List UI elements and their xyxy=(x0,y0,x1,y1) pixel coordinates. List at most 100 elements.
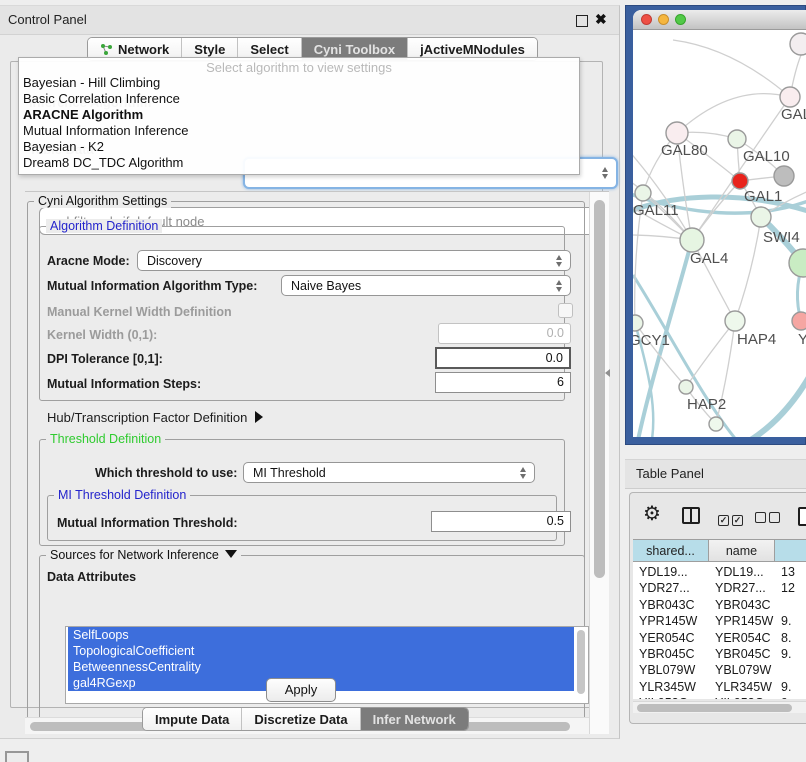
node-attribute-table[interactable]: shared...name YDL19... YDL19... 13 YDR27... Y… xyxy=(633,539,806,699)
hub-definition-toggle[interactable]: Hub/Transcription Factor Definition xyxy=(47,410,263,425)
panel-title: Control Panel xyxy=(8,12,87,27)
tab-label: Impute Data xyxy=(155,712,229,727)
minimize-traffic-light-icon[interactable] xyxy=(658,14,669,25)
mi-algorithm-type-label: Mutual Information Algorithm Type: xyxy=(47,279,257,293)
aracne-mode-label: Aracne Mode: xyxy=(47,254,130,268)
mi-threshold-field[interactable]: 0.5 xyxy=(431,511,571,532)
tab-infer-network[interactable]: Infer Network xyxy=(361,708,468,730)
table-cell[interactable]: YBL079W xyxy=(639,663,695,677)
attribute-list-item[interactable]: TopologicalCoefficient xyxy=(68,643,574,659)
algorithm-option[interactable]: Bayesian - Hill Climbing xyxy=(19,75,579,91)
select-none-icon[interactable] xyxy=(755,510,783,528)
network-node-gal1[interactable] xyxy=(732,173,748,189)
network-edge[interactable] xyxy=(735,217,761,321)
table-cell[interactable]: YBR045C xyxy=(639,647,695,661)
sources-toggle[interactable]: Sources for Network Inference xyxy=(46,548,241,562)
vertical-scrollbar[interactable] xyxy=(589,192,609,734)
node-label: GAL80 xyxy=(661,142,708,159)
table-cell[interactable]: 9. xyxy=(781,680,791,694)
settings-scroll-region: Cyni Algorithm Settings Algorithm Defini… xyxy=(25,191,609,734)
group-title: Cyni Algorithm Settings xyxy=(34,194,171,208)
table-cell[interactable]: YER054C xyxy=(639,631,695,645)
table-cell[interactable]: YBR043C xyxy=(715,598,771,612)
table-cell[interactable]: YDL19... xyxy=(715,565,764,579)
table-cell[interactable]: YDL19... xyxy=(639,565,688,579)
table-cell[interactable]: YER054C xyxy=(715,631,771,645)
which-threshold-combo[interactable]: MI Threshold xyxy=(243,462,535,483)
network-node[interactable] xyxy=(709,417,723,431)
table-cell[interactable]: YBR043C xyxy=(639,598,695,612)
table-cell[interactable]: 9. xyxy=(781,614,791,628)
network-edge[interactable] xyxy=(677,94,790,133)
column-header-shared[interactable]: shared... xyxy=(633,539,709,562)
column-header-2[interactable] xyxy=(775,539,806,562)
table-cell[interactable]: YBR045C xyxy=(715,647,771,661)
table-cell[interactable]: 13 xyxy=(781,565,795,579)
tab-discretize-data[interactable]: Discretize Data xyxy=(242,708,360,730)
network-node-y[interactable] xyxy=(792,312,806,330)
float-window-icon[interactable] xyxy=(576,15,588,27)
network-window-titlebar[interactable] xyxy=(633,10,806,30)
network-node-gal80[interactable] xyxy=(666,122,688,144)
table-cell[interactable]: YIL052C xyxy=(715,696,764,699)
algorithm-option[interactable]: Bayesian - K2 xyxy=(19,139,579,155)
select-all-icon[interactable]: ✓✓ xyxy=(718,510,746,528)
table-cell[interactable]: 9. xyxy=(781,647,791,661)
node-label: GAL2 xyxy=(781,106,806,123)
mi-algorithm-type-combo[interactable]: Naive Bayes xyxy=(281,275,571,296)
tab-impute-data[interactable]: Impute Data xyxy=(143,708,242,730)
table-cell[interactable]: YPR145W xyxy=(639,614,697,628)
attribute-list-item[interactable]: BetweennessCentrality xyxy=(68,659,574,675)
network-node-swi4[interactable] xyxy=(751,207,771,227)
network-window[interactable]: GAL2GAL80GAL10GAL1GAL11SWI4GAL4GCY1HAP4Y… xyxy=(633,10,806,437)
split-columns-icon[interactable] xyxy=(682,507,700,524)
network-node-gal2[interactable] xyxy=(780,87,800,107)
splitter-collapse-icon[interactable] xyxy=(605,369,610,377)
new-column-icon[interactable] xyxy=(798,507,806,526)
algorithm-option[interactable]: ARACNE Algorithm xyxy=(19,107,579,123)
table-cell[interactable]: 8. xyxy=(781,631,791,645)
scrollbar-thumb[interactable] xyxy=(637,704,792,712)
scrollbar-thumb[interactable] xyxy=(594,200,605,578)
network-node-gal10[interactable] xyxy=(728,130,746,148)
table-cell[interactable]: YBL079W xyxy=(715,663,771,677)
panel-title: Table Panel xyxy=(636,466,704,481)
network-canvas[interactable]: GAL2GAL80GAL10GAL1GAL11SWI4GAL4GCY1HAP4Y… xyxy=(633,30,806,437)
manual-kernel-width-checkbox[interactable] xyxy=(558,303,573,318)
algorithm-option[interactable]: Basic Correlation Inference xyxy=(19,91,579,107)
dpi-tolerance-field[interactable]: 0.0 xyxy=(435,347,571,369)
apply-button[interactable]: Apply xyxy=(266,678,336,702)
network-node[interactable] xyxy=(790,33,806,55)
settings-gear-icon[interactable]: ⚙ xyxy=(643,501,661,526)
network-node-hap4[interactable] xyxy=(725,311,745,331)
list-scrollbar[interactable] xyxy=(577,630,585,694)
table-cell[interactable]: YLR345W xyxy=(639,680,696,694)
algorithm-option[interactable]: Dream8 DC_TDC Algorithm xyxy=(19,155,579,171)
aracne-mode-combo[interactable]: Discovery xyxy=(137,250,571,271)
application-root: Control Panel ✖ NetworkStyleSelectCyni T… xyxy=(0,0,806,762)
close-icon[interactable]: ✖ xyxy=(595,11,607,28)
network-node-hap2[interactable] xyxy=(679,380,693,394)
docked-panel-icon[interactable] xyxy=(5,751,29,762)
algorithm-option[interactable]: Mutual Information Inference xyxy=(19,123,579,139)
zoom-traffic-light-icon[interactable] xyxy=(675,14,686,25)
kernel-width-field[interactable]: 0.0 xyxy=(438,323,571,344)
close-traffic-light-icon[interactable] xyxy=(641,14,652,25)
table-horizontal-scrollbar[interactable] xyxy=(633,701,806,713)
column-header-name[interactable]: name xyxy=(709,539,775,562)
table-cell[interactable]: 9. xyxy=(781,696,791,699)
network-edge[interactable] xyxy=(686,321,735,387)
table-cell[interactable]: YIL052C xyxy=(639,696,688,699)
network-node-gal11[interactable] xyxy=(635,185,651,201)
attribute-list-item[interactable]: SelfLoops xyxy=(68,627,574,643)
table-cell[interactable]: 12 xyxy=(781,581,795,595)
network-node-gcy1[interactable] xyxy=(633,315,643,331)
table-cell[interactable]: YPR145W xyxy=(715,614,773,628)
network-node[interactable] xyxy=(774,166,794,186)
table-cell[interactable]: YDR27... xyxy=(639,581,690,595)
table-cell[interactable]: YLR345W xyxy=(715,680,772,694)
network-node-gal4[interactable] xyxy=(680,228,704,252)
mi-steps-field[interactable]: 6 xyxy=(435,372,571,393)
network-edge[interactable] xyxy=(673,40,790,97)
table-cell[interactable]: YDR27... xyxy=(715,581,766,595)
